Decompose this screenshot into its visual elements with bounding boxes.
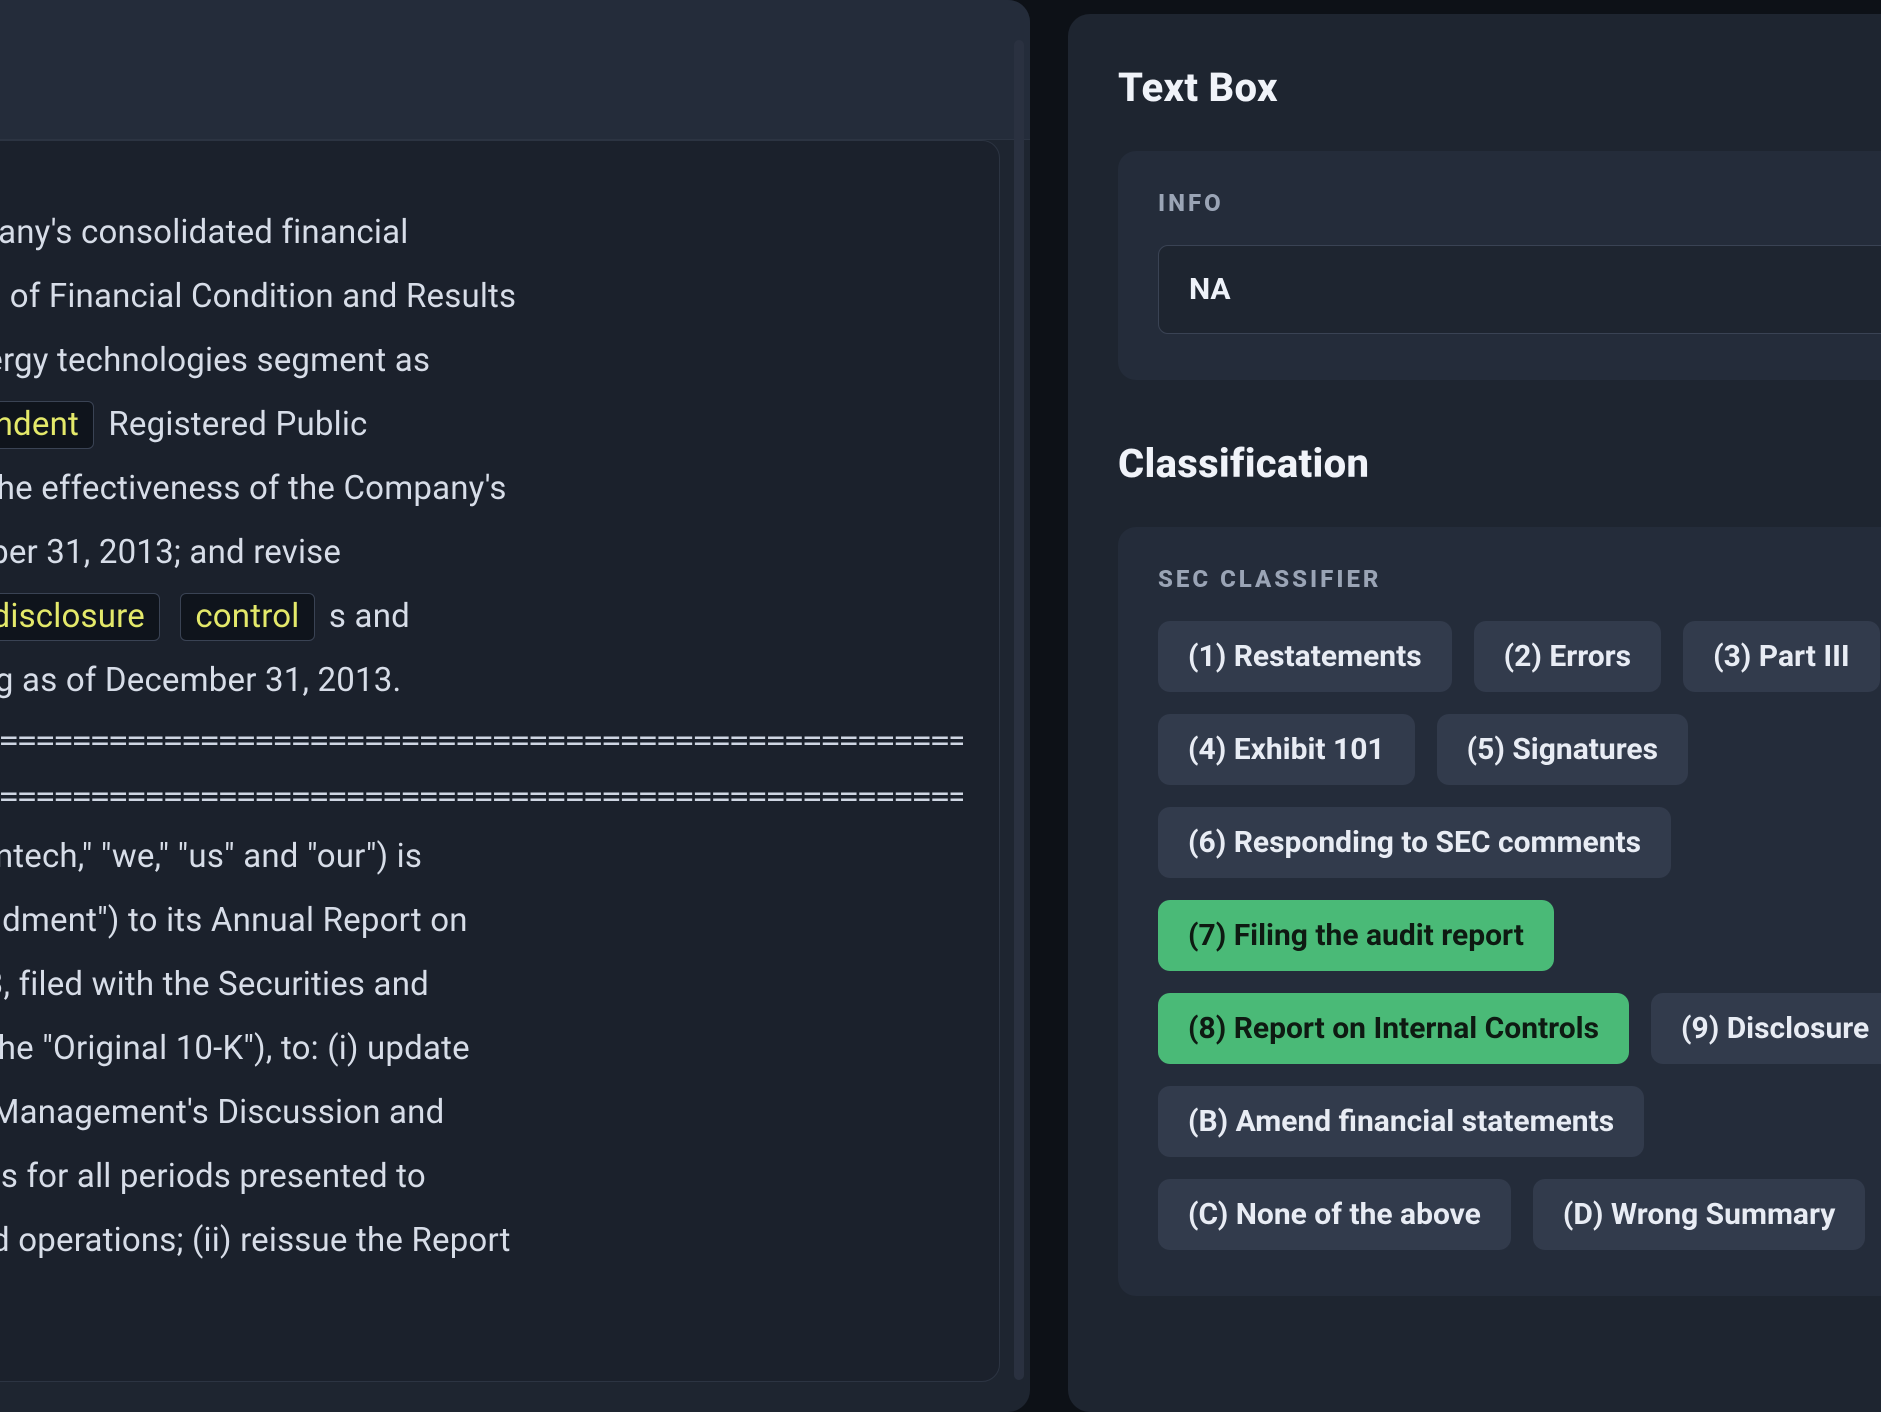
document-line: c. ("the Company," "Rentech," "we," "us"…: [0, 825, 963, 889]
document-line: scussion and Analysis of Financial Condi…: [0, 265, 963, 329]
document-line: ncial statements and Management's Discus…: [0, 1081, 963, 1145]
classifier-card: SEC CLASSIFIER (1) Restatements (2) Error…: [1118, 527, 1881, 1296]
document-line: rm 10-K/A (this "Amendment") to its Annu…: [0, 889, 963, 953]
classifier-option-8[interactable]: (8) Report on Internal Controls: [1158, 993, 1629, 1064]
classifier-option-9[interactable]: (9) Disclosure: [1651, 993, 1881, 1064]
app-viewport: is to update the Company's consolidated …: [0, 0, 1881, 1412]
classifier-option-7[interactable]: (7) Filing the audit report: [1158, 900, 1554, 971]
document-line: ented to reflect its energy technologies…: [0, 329, 963, 393]
classifier-option-C[interactable]: (C) None of the above: [1158, 1179, 1511, 1250]
document-line: d Results of Operations for all periods …: [0, 1145, 963, 1209]
classifier-option-6[interactable]: (6) Responding to SEC comments: [1158, 807, 1671, 878]
highlighted-term: disclosure: [0, 593, 160, 641]
classifier-options: (1) Restatements (2) Errors (3) Part III (4…: [1158, 621, 1881, 1250]
classifier-option-1[interactable]: (1) Restatements: [1158, 621, 1452, 692]
document-card: is to update the Company's consolidated …: [0, 140, 1000, 1382]
classifier-option-2[interactable]: (2) Errors: [1474, 621, 1661, 692]
document-line: ding the Company's disclosure control s …: [0, 585, 963, 649]
document-header: [0, 0, 1030, 140]
separator-line: ========================================…: [0, 769, 963, 825]
document-line: ed December 31, 2013, filed with the Sec…: [0, 953, 963, 1017]
separator-line: ========================================…: [0, 713, 963, 769]
info-label: INFO: [1158, 189, 1881, 217]
classification-section-title: Classification: [1118, 440, 1881, 487]
document-line: ) on March 17, 2014 (the "Original 10-K"…: [0, 1017, 963, 1081]
document-body: is to update the Company's consolidated …: [0, 201, 963, 1273]
side-panel: Text Box INFO NA Classification SEC CLAS…: [1068, 14, 1881, 1412]
document-line: is to update the Company's consolidated …: [0, 201, 963, 265]
scrollbar-track[interactable]: [1014, 40, 1024, 1380]
document-panel: is to update the Company's consolidated …: [0, 0, 1030, 1412]
highlighted-term: Independent: [0, 401, 94, 449]
document-line: gment as discontinued operations; (ii) r…: [0, 1209, 963, 1273]
document-line: n's opinion regarding the effectiveness …: [0, 457, 963, 521]
document-line: eporting as of December 31, 2013; and re…: [0, 521, 963, 585]
document-line: the Report of Independent Registered Pub…: [0, 393, 963, 457]
info-value: NA: [1189, 272, 1231, 307]
classifier-option-3[interactable]: (3) Part III: [1683, 621, 1880, 692]
classifier-label: SEC CLASSIFIER: [1158, 565, 1881, 593]
document-line: over financial reporting as of December …: [0, 649, 963, 713]
highlighted-term: control: [180, 593, 314, 641]
classifier-option-5[interactable]: (5) Signatures: [1437, 714, 1688, 785]
classifier-option-4[interactable]: (4) Exhibit 101: [1158, 714, 1415, 785]
classifier-option-B[interactable]: (B) Amend financial statements: [1158, 1086, 1644, 1157]
classifier-option-D[interactable]: (D) Wrong Summary: [1533, 1179, 1865, 1250]
textbox-section-title: Text Box: [1118, 64, 1881, 111]
info-value-box[interactable]: NA: [1158, 245, 1881, 334]
info-card: INFO NA: [1118, 151, 1881, 380]
